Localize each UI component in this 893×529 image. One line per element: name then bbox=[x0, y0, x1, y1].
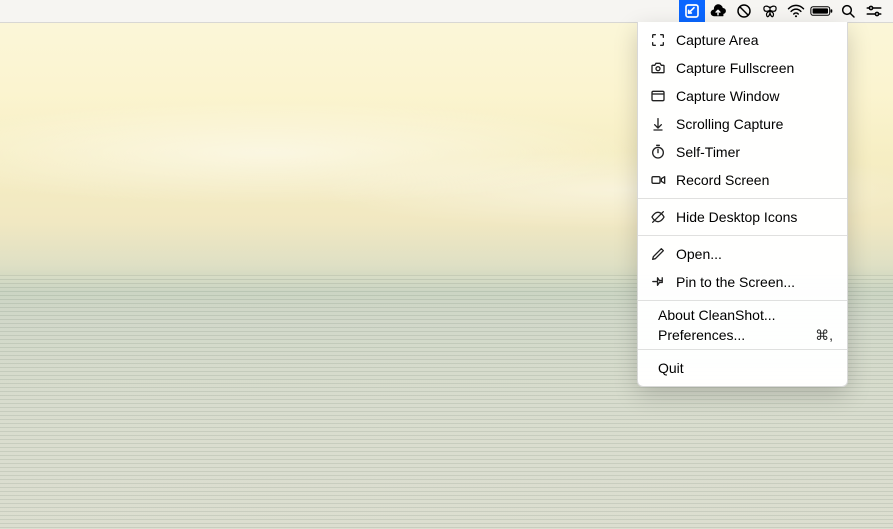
menu-label: Pin to the Screen... bbox=[676, 274, 833, 290]
menu-hide-desktop-icons[interactable]: Hide Desktop Icons bbox=[638, 203, 847, 231]
menu-label: Scrolling Capture bbox=[676, 116, 833, 132]
menu-preferences[interactable]: Preferences... ⌘, bbox=[638, 325, 847, 345]
menubar bbox=[0, 0, 893, 23]
menu-separator bbox=[638, 235, 847, 236]
camera-icon bbox=[650, 60, 666, 76]
menu-label: Capture Window bbox=[676, 88, 833, 104]
battery-icon[interactable] bbox=[809, 0, 835, 22]
control-center-icon[interactable] bbox=[861, 0, 887, 22]
cleanshot-icon[interactable] bbox=[679, 0, 705, 22]
menu-scrolling-capture[interactable]: Scrolling Capture bbox=[638, 110, 847, 138]
menu-label: Record Screen bbox=[676, 172, 833, 188]
window-icon bbox=[650, 88, 666, 104]
menu-record-screen[interactable]: Record Screen bbox=[638, 166, 847, 194]
timer-icon bbox=[650, 144, 666, 160]
menu-quit[interactable]: Quit bbox=[638, 354, 847, 382]
cloud-upload-icon[interactable] bbox=[705, 0, 731, 22]
menu-label: Capture Fullscreen bbox=[676, 60, 833, 76]
search-icon[interactable] bbox=[835, 0, 861, 22]
menu-label: Preferences... bbox=[658, 327, 805, 343]
menu-label: Quit bbox=[658, 360, 833, 376]
menu-label: Self-Timer bbox=[676, 144, 833, 160]
butterfly-icon[interactable] bbox=[757, 0, 783, 22]
menu-separator bbox=[638, 198, 847, 199]
menu-shortcut: ⌘, bbox=[815, 327, 833, 344]
wifi-icon[interactable] bbox=[783, 0, 809, 22]
menu-capture-fullscreen[interactable]: Capture Fullscreen bbox=[638, 54, 847, 82]
eye-off-icon bbox=[650, 209, 666, 225]
menu-separator bbox=[638, 300, 847, 301]
pencil-icon bbox=[650, 246, 666, 262]
menu-label: Open... bbox=[676, 246, 833, 262]
menu-separator bbox=[638, 349, 847, 350]
menu-capture-window[interactable]: Capture Window bbox=[638, 82, 847, 110]
corners-icon bbox=[650, 32, 666, 48]
menu-label: Hide Desktop Icons bbox=[676, 209, 833, 225]
menu-label: About CleanShot... bbox=[658, 307, 833, 323]
cleanshot-menu: Capture Area Capture Fullscreen Capture … bbox=[637, 22, 848, 387]
status-icons bbox=[679, 0, 887, 22]
menu-about[interactable]: About CleanShot... bbox=[638, 305, 847, 325]
menu-self-timer[interactable]: Self-Timer bbox=[638, 138, 847, 166]
do-not-disturb-icon[interactable] bbox=[731, 0, 757, 22]
menu-label: Capture Area bbox=[676, 32, 833, 48]
menu-pin-to-screen[interactable]: Pin to the Screen... bbox=[638, 268, 847, 296]
menu-capture-area[interactable]: Capture Area bbox=[638, 26, 847, 54]
pin-icon bbox=[650, 274, 666, 290]
menu-open[interactable]: Open... bbox=[638, 240, 847, 268]
video-icon bbox=[650, 172, 666, 188]
arrow-down-icon bbox=[650, 116, 666, 132]
